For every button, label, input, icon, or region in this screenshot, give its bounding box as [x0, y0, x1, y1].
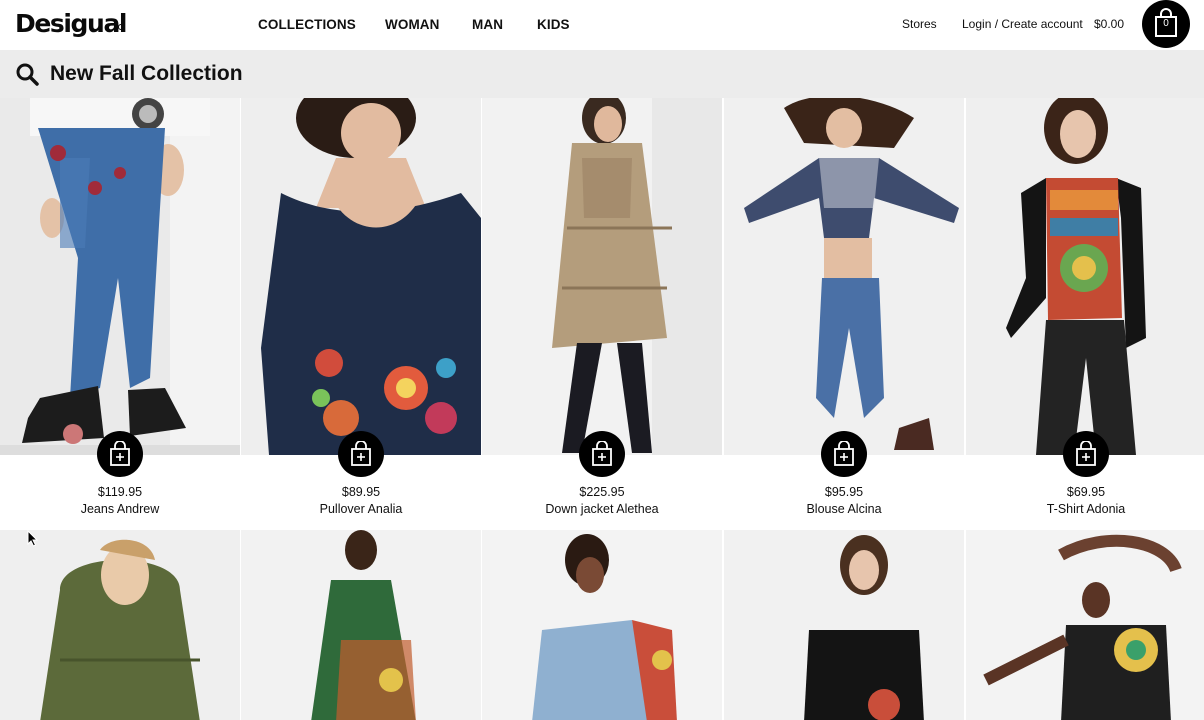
product-info: $69.95 T-Shirt Adonia	[966, 431, 1204, 529]
add-to-bag-icon	[110, 441, 130, 466]
site-header: Desigual COLLECTIONS WOMAN MAN KIDS Stor…	[0, 0, 1204, 50]
product-info: $89.95 Pullover Analia	[241, 431, 481, 529]
add-to-bag-button[interactable]	[97, 431, 143, 477]
cart-count: 0	[1163, 18, 1169, 29]
product-price: $89.95	[341, 485, 381, 499]
product-price: $119.95	[97, 485, 143, 499]
nav-kids[interactable]: KIDS	[537, 17, 570, 32]
product-image[interactable]	[0, 98, 240, 455]
product-info: $95.95 Blouse Alcina	[724, 431, 964, 529]
login-link[interactable]: Login / Create account	[962, 17, 1083, 31]
add-to-bag-icon	[1076, 441, 1096, 466]
product-image[interactable]	[482, 530, 722, 720]
add-to-bag-icon	[834, 441, 854, 466]
add-to-bag-button[interactable]	[821, 431, 867, 477]
cart-total[interactable]: $0.00	[1094, 17, 1124, 31]
product-info: $119.95 Jeans Andrew	[0, 431, 240, 529]
add-to-bag-icon	[351, 441, 371, 466]
search-icon[interactable]	[15, 62, 39, 86]
search-bar[interactable]: New Fall Collection	[0, 50, 1204, 98]
product-name[interactable]: Blouse Alcina	[724, 502, 964, 516]
nav-woman[interactable]: WOMAN	[385, 17, 440, 32]
cart-button[interactable]: 0	[1142, 0, 1190, 48]
product-price: $95.95	[824, 485, 864, 499]
product-info: $225.95 Down jacket Alethea	[482, 431, 722, 529]
product-image[interactable]	[966, 530, 1204, 720]
product-image[interactable]	[966, 98, 1204, 455]
add-to-bag-button[interactable]	[338, 431, 384, 477]
add-to-bag-icon	[592, 441, 612, 466]
product-price: $69.95	[1066, 485, 1106, 499]
nav-collections[interactable]: COLLECTIONS	[258, 17, 356, 32]
product-image[interactable]	[241, 98, 481, 455]
registered-mark-icon	[118, 24, 124, 30]
product-image[interactable]	[241, 530, 481, 720]
product-image[interactable]	[0, 530, 240, 720]
product-name[interactable]: T-Shirt Adonia	[966, 502, 1204, 516]
product-name[interactable]: Down jacket Alethea	[482, 502, 722, 516]
product-name[interactable]: Jeans Andrew	[0, 502, 240, 516]
product-image[interactable]	[482, 98, 722, 455]
product-image[interactable]	[724, 98, 964, 455]
product-image[interactable]	[724, 530, 964, 720]
mouse-cursor-icon	[27, 530, 39, 547]
brand-logo[interactable]: Desigual	[15, 9, 127, 38]
page-title: New Fall Collection	[50, 62, 243, 85]
stores-link[interactable]: Stores	[902, 17, 937, 31]
product-name[interactable]: Pullover Analia	[241, 502, 481, 516]
nav-man[interactable]: MAN	[472, 17, 503, 32]
add-to-bag-button[interactable]	[579, 431, 625, 477]
product-price: $225.95	[579, 485, 625, 499]
add-to-bag-button[interactable]	[1063, 431, 1109, 477]
